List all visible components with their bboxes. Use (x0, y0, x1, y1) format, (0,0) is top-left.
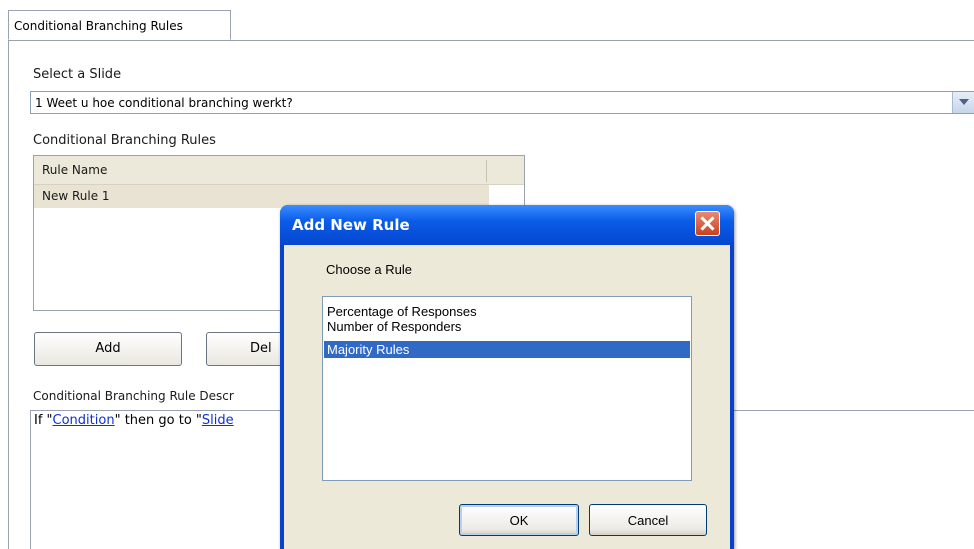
list-item-number-of-responders[interactable]: Number of Responders (324, 319, 690, 334)
list-item-percentage-of-responses[interactable]: Percentage of Responses (324, 304, 690, 319)
tab-conditional-branching-rules[interactable]: Conditional Branching Rules (8, 10, 231, 40)
choose-rule-label: Choose a Rule (326, 262, 412, 277)
dialog-close-button[interactable] (695, 211, 720, 236)
rule-description-text: If "Condition" then go to "Slide (34, 413, 234, 428)
chevron-down-icon (959, 99, 969, 105)
description-prefix: If " (34, 413, 53, 428)
add-rule-button[interactable]: Add (34, 332, 182, 366)
panel-border (8, 40, 9, 549)
slide-select[interactable]: 1 Weet u hoe conditional branching werkt… (30, 91, 974, 114)
slide-select-dropdown-button[interactable] (952, 92, 974, 113)
column-separator[interactable] (486, 160, 487, 182)
select-slide-label: Select a Slide (33, 67, 122, 82)
rules-section-label: Conditional Branching Rules (33, 133, 216, 148)
cancel-button[interactable]: Cancel (589, 504, 707, 536)
rule-name-column-header[interactable]: Rule Name (42, 163, 107, 177)
description-middle: " then go to " (114, 413, 202, 428)
list-item-majority-rules[interactable]: Majority Rules (324, 341, 690, 358)
condition-link[interactable]: Condition (53, 413, 115, 428)
dialog-title: Add New Rule (292, 216, 410, 234)
rules-list-header (34, 156, 524, 185)
rule-description-label: Conditional Branching Rule Descr (33, 389, 234, 403)
ok-button[interactable]: OK (459, 504, 579, 536)
slide-link[interactable]: Slide (202, 413, 234, 428)
rule-name-cell[interactable]: New Rule 1 (42, 189, 110, 203)
